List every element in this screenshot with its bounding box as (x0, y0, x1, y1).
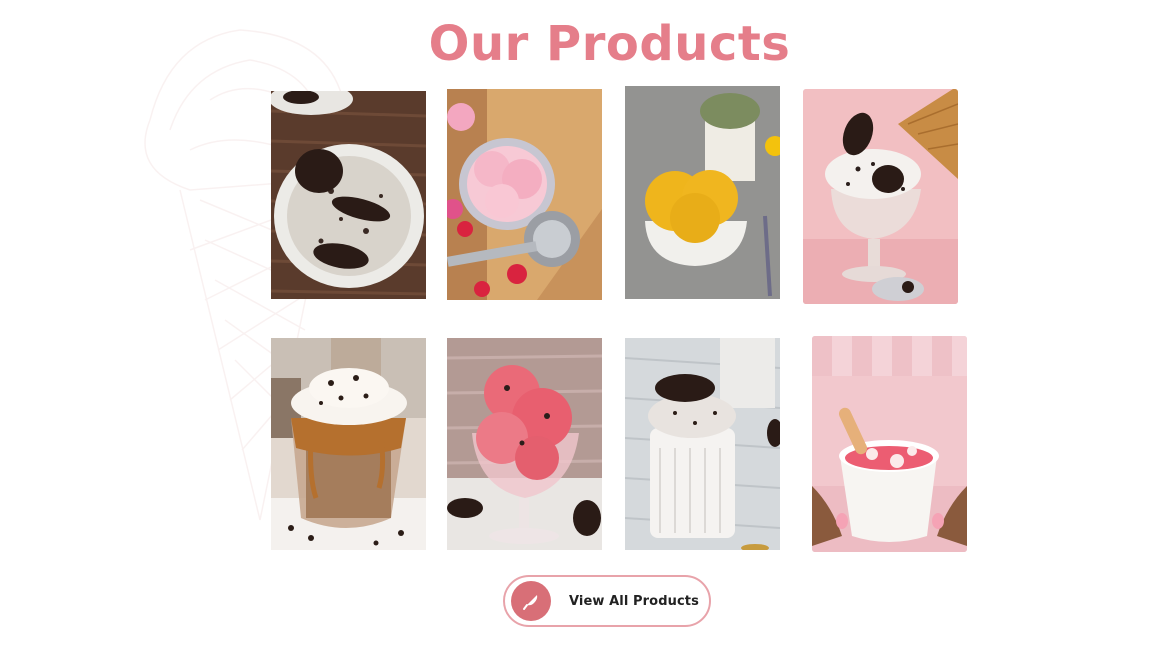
product-image (803, 89, 958, 304)
product-image (447, 89, 602, 300)
product-card[interactable] (625, 86, 780, 299)
product-card[interactable] (271, 91, 426, 299)
product-card[interactable] (625, 338, 780, 550)
product-card[interactable] (803, 89, 958, 304)
product-image (812, 336, 967, 552)
product-image (625, 86, 780, 299)
ice-cream-cone-icon (511, 581, 551, 621)
section-title: Our Products (428, 16, 791, 72)
products-section: Our Products View All Products (0, 0, 1151, 651)
product-image (625, 338, 780, 550)
product-image (271, 91, 426, 299)
product-card[interactable] (447, 89, 602, 300)
product-card[interactable] (447, 338, 602, 550)
product-card[interactable] (812, 336, 967, 552)
product-card[interactable] (271, 338, 426, 550)
product-image (271, 338, 426, 550)
product-image (447, 338, 602, 550)
view-all-products-button[interactable]: View All Products (503, 575, 711, 627)
view-all-products-label: View All Products (569, 593, 699, 609)
